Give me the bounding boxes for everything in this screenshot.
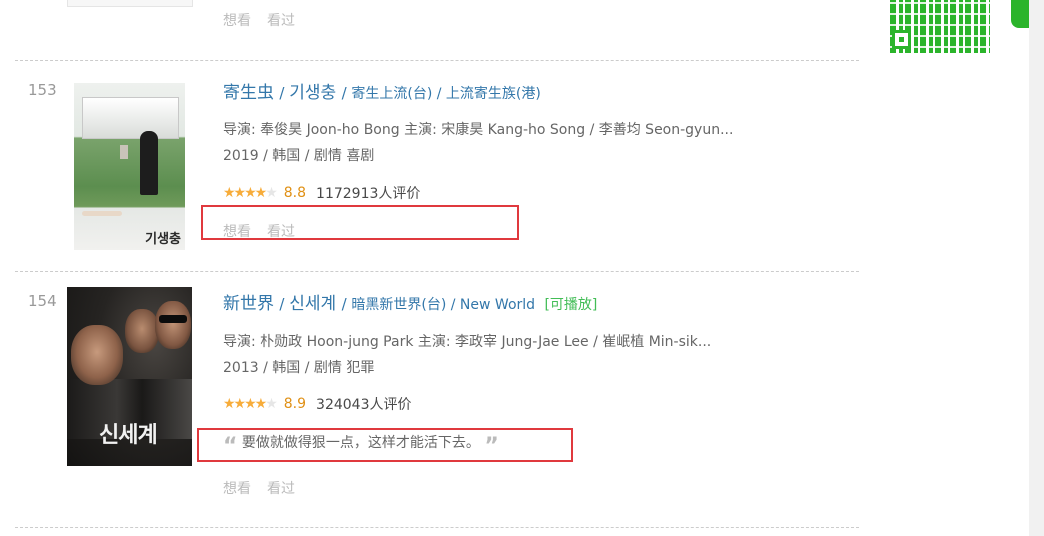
rating-score: 8.8 bbox=[283, 185, 307, 201]
movie-poster[interactable]: 기생충 bbox=[74, 83, 185, 250]
qr-code-image bbox=[890, 0, 990, 53]
want-to-watch-link[interactable]: 想看 bbox=[223, 481, 251, 497]
movie-other-titles[interactable]: 暗黑新世界(台) / New World bbox=[351, 297, 535, 313]
app-badge-icon[interactable] bbox=[1011, 0, 1029, 28]
movie-credits: 导演: 朴勋政 Hoon-jung Park 主演: 李政宰 Jung-Jae … bbox=[223, 334, 712, 350]
movie-title-line: 新世界 / 신세계 / 暗黑新世界(台) / New World [可播放] bbox=[223, 294, 598, 314]
rating-row: ★★★★★ 8.9 324043人评价 bbox=[223, 394, 411, 414]
movie-other-titles[interactable]: 寄生上流(台) / 上流寄生族(港) bbox=[351, 86, 540, 102]
scrollbar[interactable] bbox=[1029, 0, 1044, 536]
watched-link[interactable]: 看过 bbox=[267, 481, 295, 497]
rating-votes-link[interactable]: 324043人评价 bbox=[316, 394, 411, 414]
divider bbox=[15, 527, 859, 528]
rating-stars-icon: ★★★★★ bbox=[223, 396, 278, 412]
poster-title: 기생충 bbox=[145, 232, 181, 247]
divider bbox=[15, 271, 859, 272]
movie-title-link[interactable]: 寄生虫 bbox=[223, 83, 274, 103]
highlight-box bbox=[201, 205, 519, 240]
rating-votes-link[interactable]: 1172913人评价 bbox=[316, 183, 420, 203]
rank-number: 153 bbox=[28, 81, 57, 99]
movie-year-region-genre: 2019 / 韩国 / 剧情 喜剧 bbox=[223, 148, 375, 164]
playable-tag[interactable]: [可播放] bbox=[544, 297, 597, 313]
previous-poster[interactable] bbox=[67, 0, 193, 7]
movie-poster[interactable]: 신세계 bbox=[67, 287, 192, 466]
highlight-box bbox=[197, 428, 573, 462]
watched-link[interactable]: 看过 bbox=[267, 13, 295, 29]
previous-item-actions: 想看 看过 bbox=[223, 10, 311, 30]
rank-number: 154 bbox=[28, 292, 57, 310]
divider bbox=[15, 60, 859, 61]
rating-score: 8.9 bbox=[283, 396, 307, 412]
movie-year-region-genre: 2013 / 韩国 / 剧情 犯罪 bbox=[223, 360, 375, 376]
movie-original-title[interactable]: 기생충 bbox=[289, 83, 336, 103]
movie-actions: 想看 看过 bbox=[223, 478, 311, 498]
rating-stars-icon: ★★★★★ bbox=[223, 185, 278, 201]
want-to-watch-link[interactable]: 想看 bbox=[223, 13, 251, 29]
rating-row: ★★★★★ 8.8 1172913人评价 bbox=[223, 183, 420, 203]
movie-original-title[interactable]: 신세계 bbox=[289, 294, 336, 314]
poster-title: 신세계 bbox=[99, 423, 158, 448]
movie-title-link[interactable]: 新世界 bbox=[223, 294, 274, 314]
movie-title-line: 寄生虫 / 기생충 / 寄生上流(台) / 上流寄生族(港) bbox=[223, 83, 541, 103]
movie-credits: 导演: 奉俊昊 Joon-ho Bong 主演: 宋康昊 Kang-ho Son… bbox=[223, 122, 734, 138]
